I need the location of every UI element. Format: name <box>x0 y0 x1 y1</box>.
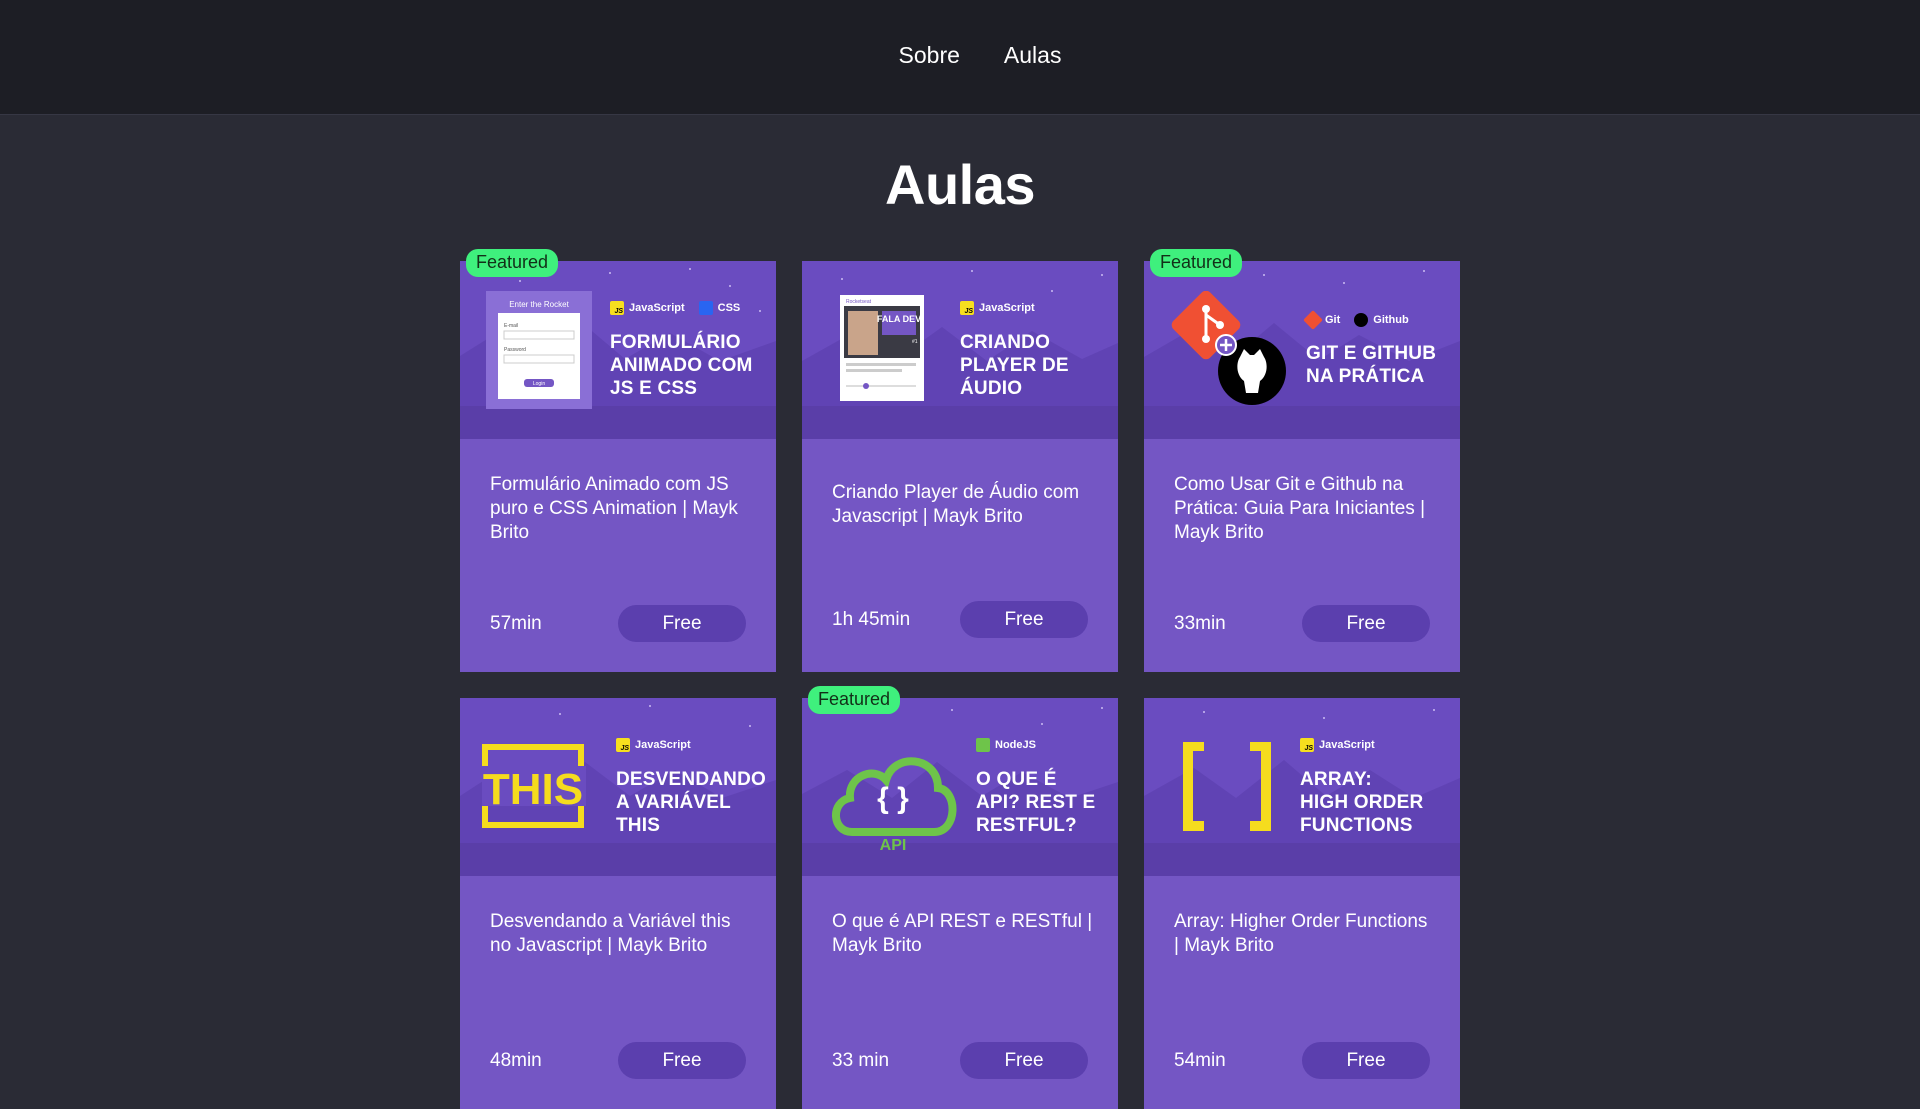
lesson-card[interactable]: Featured { } API NodeJS O QUE É API? REST… <box>802 686 1118 1109</box>
lesson-title[interactable]: Como Usar Git e Github na Prática: Guia … <box>1174 473 1436 545</box>
free-button[interactable]: Free <box>1302 605 1430 642</box>
lesson-duration: 48min <box>490 1049 542 1071</box>
nav-link-aulas[interactable]: Aulas <box>1004 42 1062 69</box>
lesson-card[interactable]: JS JavaScript ARRAY: HIGH ORDER FUNCTIONS A… <box>1144 698 1460 1109</box>
lesson-title[interactable]: O que é API REST e RESTful | Mayk Brito <box>832 910 1094 958</box>
player-show-name: FALA DEV <box>877 314 921 324</box>
form-login-button-text: Login <box>533 381 545 387</box>
thumbnail-title: GIT E GITHUB NA PRÁTICA <box>1306 343 1437 387</box>
thumbnail-title: DESVENDANDO A VARIÁVEL THIS <box>616 769 766 836</box>
free-button[interactable]: Free <box>618 605 746 642</box>
lesson-duration: 33 min <box>832 1049 890 1071</box>
api-cloud-icon: { } API <box>832 757 957 854</box>
page-title: Aulas <box>885 153 1036 216</box>
top-navbar: Sobre Aulas <box>0 0 1920 115</box>
tag-javascript: JS JavaScript <box>610 301 685 315</box>
thumbnail-title: FORMULÁRIO ANIMADO COM JS E CSS <box>610 332 753 399</box>
lesson-thumbnail[interactable]: Git Github GIT E GITHUB NA PRÁTICA <box>1144 261 1460 439</box>
main-nav: Sobre Aulas <box>859 42 1062 69</box>
nodejs-icon <box>976 738 990 752</box>
tag-javascript: JS JavaScript <box>1300 738 1375 752</box>
player-brand-text: Rocketseat <box>846 299 872 305</box>
lesson-footer: 57min Free <box>490 605 746 642</box>
tag-nodejs: NodeJS <box>976 738 1036 752</box>
lesson-thumbnail[interactable]: Rocketseat FALA DEV #1 JS JavaScript CRIA… <box>802 261 1118 439</box>
lesson-footer: 48min Free <box>490 1042 746 1079</box>
lesson-duration: 33min <box>1174 612 1226 634</box>
this-keyword-icon: THIS <box>482 744 586 828</box>
featured-badge: Featured <box>808 686 901 714</box>
podcast-player-icon: Rocketseat FALA DEV #1 <box>840 295 924 401</box>
lesson-thumbnail[interactable]: { } API NodeJS O QUE É API? REST E RESTFUL… <box>802 698 1118 876</box>
thumbnail-tags: NodeJS <box>976 738 1036 752</box>
github-icon <box>1354 313 1369 327</box>
featured-badge: Featured <box>466 249 559 277</box>
nav-link-sobre[interactable]: Sobre <box>899 42 960 69</box>
lessons-grid: Featured Enter the Rocket E-mail Passwor… <box>460 249 1460 1109</box>
tag-javascript: JS JavaScript <box>960 301 1035 315</box>
form-heading-text: Enter the Rocket <box>509 300 569 309</box>
player-episode: #1 <box>912 339 918 345</box>
form-icon: Enter the Rocket E-mail Password Login <box>486 291 592 409</box>
lesson-duration: 1h 45min <box>832 608 911 630</box>
tag-css: CSS <box>698 301 740 315</box>
javascript-icon: JS <box>1300 738 1314 752</box>
free-button[interactable]: Free <box>960 1042 1088 1079</box>
lesson-card[interactable]: Featured Git Github GIT E GITHUB NA PRÁT… <box>1144 249 1460 672</box>
tag-git: Git <box>1303 310 1340 330</box>
api-label-text: API <box>880 837 907 854</box>
free-button[interactable]: Free <box>618 1042 746 1079</box>
lesson-thumbnail[interactable]: JS JavaScript ARRAY: HIGH ORDER FUNCTIONS <box>1144 698 1460 876</box>
javascript-icon: JS <box>616 738 630 752</box>
javascript-icon: JS <box>960 301 974 315</box>
lesson-footer: 54min Free <box>1174 1042 1430 1079</box>
thumbnail-tags: JS JavaScript <box>1300 738 1375 752</box>
free-button[interactable]: Free <box>1302 1042 1430 1079</box>
api-braces-text: { } <box>877 782 909 815</box>
lesson-thumbnail[interactable]: Enter the Rocket E-mail Password Login J… <box>460 261 776 439</box>
lesson-title[interactable]: Array: Higher Order Functions | Mayk Bri… <box>1174 910 1436 958</box>
thumbnail-title: ARRAY: HIGH ORDER FUNCTIONS <box>1300 769 1424 836</box>
lesson-card[interactable]: Featured Enter the Rocket E-mail Passwor… <box>460 249 776 672</box>
lesson-title[interactable]: Criando Player de Áudio com Javascript |… <box>832 481 1094 529</box>
lesson-duration: 57min <box>490 612 542 634</box>
lesson-card[interactable]: THIS JS JavaScript DESVENDANDO A VARIÁVEL T… <box>460 698 776 1109</box>
thumbnail-title: CRIANDO PLAYER DE ÁUDIO <box>960 332 1069 399</box>
thumbnail-tags: JS JavaScript CSS <box>610 301 740 315</box>
javascript-icon: JS <box>610 301 624 315</box>
lesson-duration: 54min <box>1174 1049 1226 1071</box>
lesson-footer: 1h 45min Free <box>832 601 1088 638</box>
git-github-icon <box>1171 291 1286 405</box>
tag-github: Github <box>1354 313 1409 327</box>
thumbnail-tags: JS JavaScript <box>616 738 691 752</box>
lesson-footer: 33min Free <box>1174 605 1430 642</box>
this-word-text: THIS <box>483 765 583 814</box>
lesson-title[interactable]: Formulário Animado com JS puro e CSS Ani… <box>490 473 752 545</box>
git-icon <box>1303 310 1323 330</box>
array-brackets-icon <box>1183 742 1271 831</box>
lesson-title[interactable]: Desvendando a Variável this no Javascrip… <box>490 910 752 958</box>
form-email-label: E-mail <box>504 323 518 329</box>
lesson-footer: 33 min Free <box>832 1042 1088 1079</box>
thumbnail-tags: Git Github <box>1303 310 1409 330</box>
form-password-label: Password <box>504 347 526 353</box>
css-icon <box>698 301 713 315</box>
lesson-thumbnail[interactable]: THIS JS JavaScript DESVENDANDO A VARIÁVEL T… <box>460 698 776 876</box>
thumbnail-title: O QUE É API? REST E RESTFUL? <box>976 769 1096 836</box>
tag-javascript: JS JavaScript <box>616 738 691 752</box>
featured-badge: Featured <box>1150 249 1243 277</box>
thumbnail-tags: JS JavaScript <box>960 301 1035 315</box>
lesson-card[interactable]: Rocketseat FALA DEV #1 JS JavaScript CRIA… <box>802 261 1118 672</box>
free-button[interactable]: Free <box>960 601 1088 638</box>
